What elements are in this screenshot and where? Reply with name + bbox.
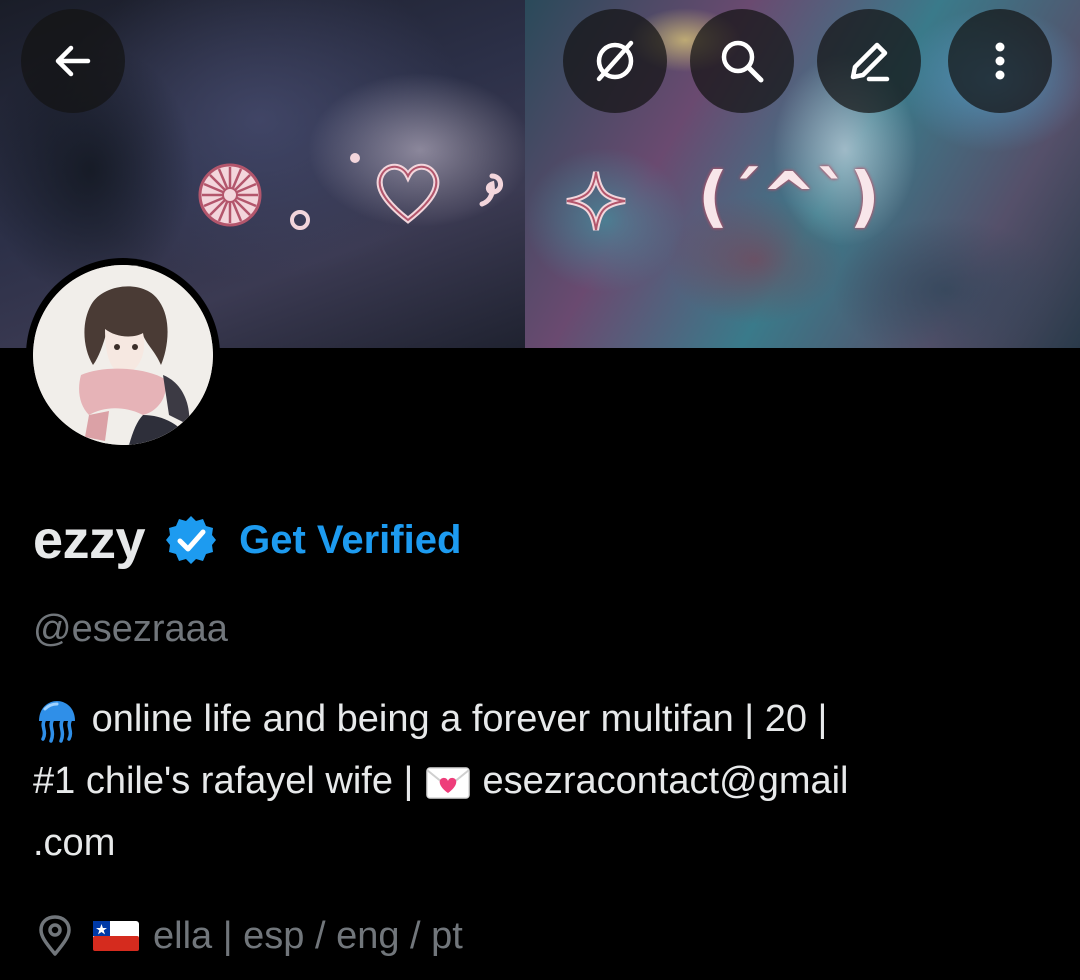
mute-button[interactable] [563,9,667,113]
heart-sticker-icon [376,163,440,224]
love-letter-emoji-icon [426,767,470,799]
sparkle-sticker-icon [566,171,626,231]
search-button[interactable] [690,9,794,113]
bio-line-1: online life and being a forever multifan… [33,688,1043,750]
more-vertical-icon [995,42,1005,80]
jellyfish-emoji-icon [39,700,75,743]
unmute-slash-icon [596,40,634,82]
arrow-left-icon [55,45,91,77]
bio-text-1: online life and being a forever multifan… [91,698,828,740]
location-row: ella | esp / eng / pt [33,908,463,964]
location-text: ella | esp / eng / pt [153,914,463,957]
avatar[interactable] [33,265,213,445]
edit-button[interactable] [817,9,921,113]
kaomoji-sticker: (ˊ^ˋ) [698,158,880,235]
edit-pencil-icon [850,42,890,82]
more-options-button[interactable] [948,9,1052,113]
bio-line-3: .com [33,812,1043,874]
get-verified-link[interactable]: Get Verified [239,518,461,563]
name-row: ezzy Get Verified [33,500,461,580]
small-ring-sticker-icon [290,210,310,230]
back-button[interactable] [21,9,125,113]
bio-line-2: #1 chile's rafayel wife | esezracontact@… [33,750,1043,812]
comma-sticker-icon [479,173,503,207]
verified-badge-icon[interactable] [165,514,217,566]
user-handle: @esezraaa [33,608,228,650]
bio-email-end[interactable]: .com [33,822,115,864]
avatar-illustration [33,265,213,445]
dot-sticker-icon [350,153,360,163]
flower-sticker-icon [198,163,262,227]
bio-text-2a: #1 chile's rafayel wife | [33,760,414,802]
display-name: ezzy [33,510,146,570]
bio: online life and being a forever multifan… [33,688,1043,874]
bio-email[interactable]: esezracontact@gmail [483,760,849,802]
location-pin-icon [39,915,71,956]
chile-flag-icon [93,921,139,951]
search-icon [721,40,764,83]
